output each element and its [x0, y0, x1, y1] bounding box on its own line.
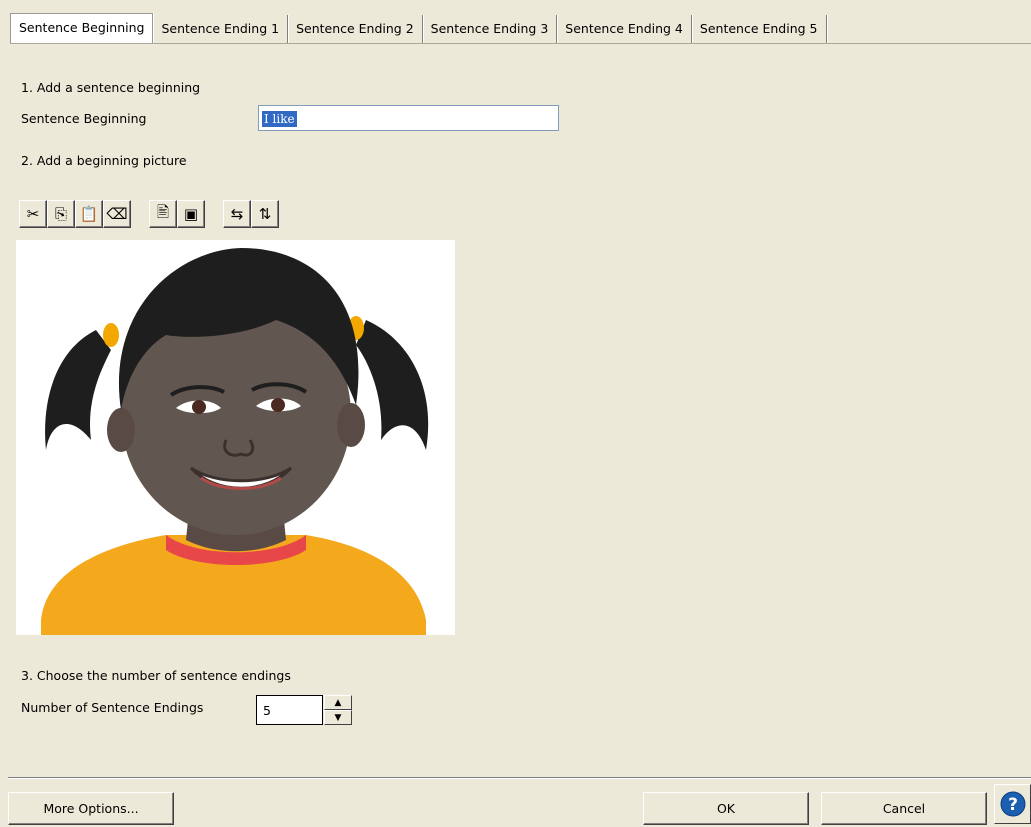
tab-sentence-ending-1[interactable]: Sentence Ending 1 [153, 15, 289, 43]
arrow-down-icon: ▼ [334, 712, 342, 723]
insert-picture-button[interactable]: 🖹 [149, 200, 177, 228]
picture-frame-icon: ▣ [183, 205, 199, 223]
tab-sentence-ending-3[interactable]: Sentence Ending 3 [423, 15, 558, 43]
tab-sentence-beginning[interactable]: Sentence Beginning [10, 13, 154, 43]
beginning-picture[interactable] [16, 240, 455, 635]
flip-vertical-icon: ⇅ [258, 205, 272, 223]
step2-heading: 2. Add a beginning picture [21, 153, 187, 168]
bottom-divider [8, 777, 1031, 778]
flip-horizontal-button[interactable]: ⇆ [223, 200, 251, 228]
tab-divider [10, 43, 1031, 44]
more-options-button[interactable]: More Options... [8, 792, 174, 825]
number-of-endings-input[interactable]: 5 [256, 695, 323, 725]
insert-picture-icon: 🖹 [156, 202, 170, 221]
cancel-button[interactable]: Cancel [821, 792, 987, 825]
paste-icon: 📋 [79, 205, 99, 223]
tab-sentence-ending-2[interactable]: Sentence Ending 2 [288, 15, 423, 43]
spin-up-button[interactable]: ▲ [324, 695, 352, 710]
paste-button[interactable]: 📋 [75, 200, 103, 228]
step1-heading: 1. Add a sentence beginning [21, 80, 201, 95]
tab-bar: Sentence Beginning Sentence Ending 1 Sen… [10, 13, 827, 44]
cut-icon: ✂ [26, 205, 40, 223]
copy-button[interactable]: ⎘ [47, 200, 75, 228]
ok-button[interactable]: OK [643, 792, 809, 825]
help-icon: ? [1000, 791, 1025, 817]
eraser-icon: ⌫ [106, 205, 128, 223]
number-of-endings-value: 5 [263, 703, 271, 718]
picture-frame-button[interactable]: ▣ [177, 200, 205, 228]
sentence-beginning-label: Sentence Beginning [21, 111, 147, 126]
tab-sentence-ending-4[interactable]: Sentence Ending 4 [557, 15, 692, 43]
sentence-beginning-input[interactable]: I like [258, 105, 559, 131]
flip-vertical-button[interactable]: ⇅ [251, 200, 279, 228]
clear-button[interactable]: ⌫ [103, 200, 131, 228]
tab-sentence-ending-5[interactable]: Sentence Ending 5 [692, 15, 827, 43]
copy-icon: ⎘ [54, 205, 67, 223]
step3-heading: 3. Choose the number of sentence endings [21, 668, 291, 683]
number-of-endings-label: Number of Sentence Endings [21, 700, 204, 715]
spin-down-button[interactable]: ▼ [324, 710, 352, 725]
flip-horizontal-icon: ⇆ [230, 205, 244, 223]
help-button[interactable]: ? [994, 784, 1031, 824]
svg-text:?: ? [1008, 795, 1018, 815]
cut-button[interactable]: ✂ [19, 200, 47, 228]
girl-illustration [41, 248, 429, 635]
arrow-up-icon: ▲ [334, 697, 342, 708]
sentence-beginning-value: I like [262, 111, 297, 127]
